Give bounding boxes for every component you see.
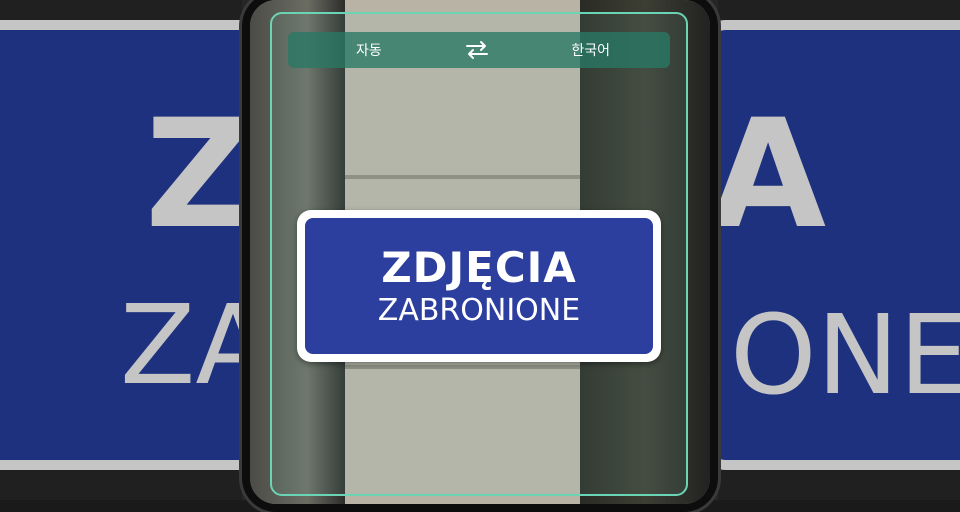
sign-text-line2: ZABRONIONE <box>377 292 581 328</box>
source-language-button[interactable]: 자동 <box>356 40 382 60</box>
background-shade-right <box>718 0 960 500</box>
detected-sign: ZDJĘCIA ZABRONIONE <box>297 210 661 362</box>
target-language-button[interactable]: 한국어 <box>571 40 610 60</box>
sign-text-line1: ZDJĘCIA <box>381 243 577 293</box>
sign-panel: ZDJĘCIA ZABRONIONE <box>305 218 653 354</box>
swap-arrows-icon[interactable] <box>463 39 491 61</box>
background-shade-left <box>0 0 242 500</box>
language-selector-bar: 자동 한국어 <box>288 32 670 68</box>
